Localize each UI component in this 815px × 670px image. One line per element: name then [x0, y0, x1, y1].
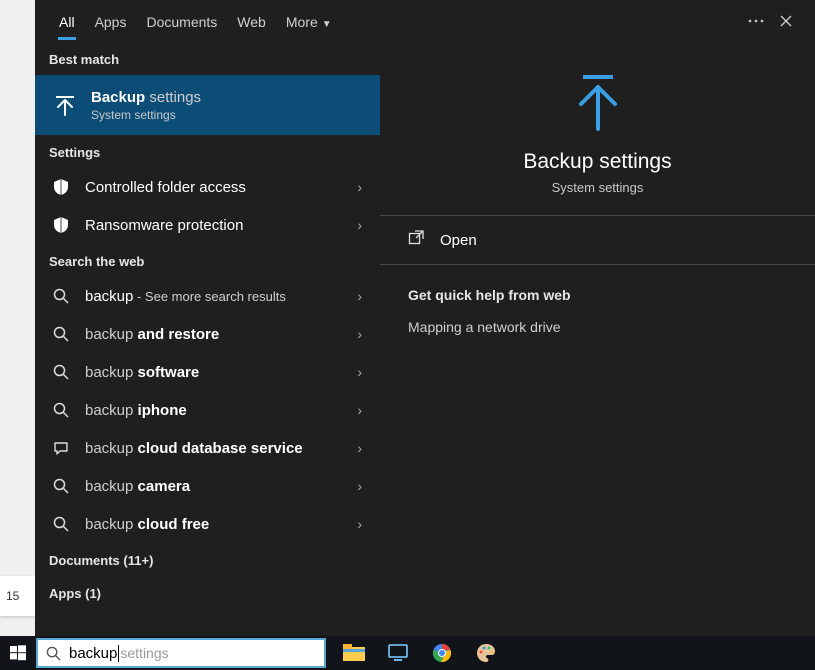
- web-item-3[interactable]: backup iphone ›: [35, 391, 380, 429]
- search-icon: [49, 478, 73, 494]
- settings-item-controlled-folder[interactable]: Controlled folder access ›: [35, 168, 380, 206]
- file-explorer-button[interactable]: [334, 636, 374, 670]
- paint-button[interactable]: [466, 636, 506, 670]
- more-options-button[interactable]: [741, 6, 771, 36]
- preview-subtitle: System settings: [552, 180, 644, 195]
- apps-section-label[interactable]: Apps (1): [35, 576, 380, 609]
- windows-icon: [10, 645, 26, 661]
- search-icon: [49, 516, 73, 532]
- chat-icon: [49, 440, 73, 456]
- open-icon: [408, 230, 430, 250]
- chevron-right-icon: ›: [353, 402, 366, 418]
- search-icon: [49, 402, 73, 418]
- settings-section-label: Settings: [35, 135, 380, 168]
- folder-icon: [343, 644, 365, 662]
- start-button[interactable]: [0, 636, 36, 670]
- results-list: Best match Backup settings System settin…: [35, 42, 380, 636]
- settings-item-ransomware[interactable]: Ransomware protection ›: [35, 206, 380, 244]
- preview-title: Backup settings: [523, 150, 671, 174]
- best-match-item[interactable]: Backup settings System settings: [35, 75, 380, 135]
- web-item-4[interactable]: backup cloud database service ›: [35, 429, 380, 467]
- content-area: Best match Backup settings System settin…: [35, 42, 815, 636]
- taskbar-search-input[interactable]: backupsettings: [36, 638, 326, 668]
- chevron-right-icon: ›: [353, 217, 366, 233]
- close-button[interactable]: [771, 6, 801, 36]
- calendar-date-chip: 15: [0, 576, 35, 616]
- tab-web[interactable]: Web: [227, 4, 276, 38]
- open-button[interactable]: Open: [380, 216, 815, 265]
- web-item-6[interactable]: backup cloud free ›: [35, 505, 380, 543]
- filter-tabs: All Apps Documents Web More▼: [35, 0, 815, 42]
- web-item-0[interactable]: backup - See more search results ›: [35, 277, 380, 315]
- shield-icon: [49, 178, 73, 196]
- chevron-down-icon: ▼: [322, 19, 332, 30]
- preview-pane: Backup settings System settings Open Get…: [380, 42, 815, 636]
- ellipsis-icon: [748, 19, 764, 23]
- chevron-right-icon: ›: [353, 326, 366, 342]
- preview-header: Backup settings System settings: [380, 43, 815, 216]
- search-results-panel: All Apps Documents Web More▼ Best match …: [35, 0, 815, 636]
- search-icon: [49, 288, 73, 304]
- palette-icon: [476, 643, 496, 663]
- close-icon: [780, 15, 792, 27]
- task-view-button[interactable]: [378, 636, 418, 670]
- tab-apps[interactable]: Apps: [85, 4, 137, 38]
- search-web-label: Search the web: [35, 244, 380, 277]
- search-icon: [49, 326, 73, 342]
- web-item-5[interactable]: backup camera ›: [35, 467, 380, 505]
- tab-all[interactable]: All: [49, 4, 85, 38]
- shield-icon: [49, 216, 73, 234]
- backup-icon: [49, 91, 81, 119]
- web-item-1[interactable]: backup and restore ›: [35, 315, 380, 353]
- text-caret: [118, 645, 119, 662]
- chrome-button[interactable]: [422, 636, 462, 670]
- search-placeholder-text: settings: [120, 645, 168, 661]
- web-item-2[interactable]: backup software ›: [35, 353, 380, 391]
- documents-section-label[interactable]: Documents (11+): [35, 543, 380, 576]
- monitor-icon: [387, 644, 409, 662]
- quick-help-link-mapping[interactable]: Mapping a network drive: [380, 313, 815, 341]
- chevron-right-icon: ›: [353, 516, 366, 532]
- chevron-right-icon: ›: [353, 478, 366, 494]
- search-query-text: backup: [69, 645, 117, 662]
- search-icon: [49, 364, 73, 380]
- quick-help-heading: Get quick help from web: [380, 265, 815, 313]
- chevron-right-icon: ›: [353, 440, 366, 456]
- chevron-right-icon: ›: [353, 288, 366, 304]
- best-match-label: Best match: [35, 42, 380, 75]
- search-icon: [46, 646, 61, 661]
- backup-icon-large: [571, 73, 625, 136]
- taskbar: backupsettings: [0, 636, 815, 670]
- taskbar-apps: [334, 636, 506, 670]
- tab-more[interactable]: More▼: [276, 4, 342, 38]
- tab-documents[interactable]: Documents: [136, 4, 227, 38]
- chevron-right-icon: ›: [353, 364, 366, 380]
- chrome-icon: [432, 643, 452, 663]
- chevron-right-icon: ›: [353, 179, 366, 195]
